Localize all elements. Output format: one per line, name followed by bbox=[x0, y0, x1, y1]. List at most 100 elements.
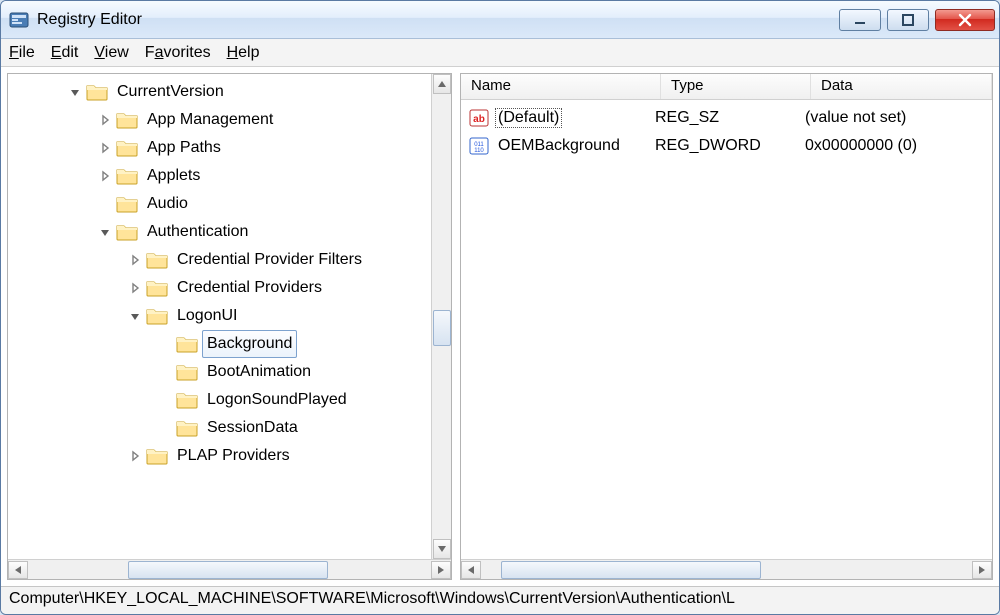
titlebar[interactable]: Registry Editor bbox=[1, 1, 999, 39]
tree-item[interactable]: Credential Provider Filters bbox=[8, 246, 451, 274]
tree-item-label: CurrentVersion bbox=[112, 78, 229, 106]
tree-item[interactable]: Audio bbox=[8, 190, 451, 218]
list-horizontal-scrollbar[interactable] bbox=[461, 559, 992, 579]
tree-item[interactable]: App Management bbox=[8, 106, 451, 134]
values-list[interactable]: ab (Default) REG_SZ(value not set) 011110 OE… bbox=[461, 100, 992, 164]
tree-item-label: LogonUI bbox=[172, 302, 243, 330]
tree-item-label: Background bbox=[202, 330, 297, 358]
scroll-up-icon[interactable] bbox=[433, 74, 451, 94]
tree-expander-placeholder bbox=[158, 337, 172, 351]
app-icon bbox=[9, 10, 29, 30]
tree-item[interactable]: LogonUI bbox=[8, 302, 451, 330]
window-frame: Registry Editor File Edit View Favorites… bbox=[0, 0, 1000, 615]
folder-icon bbox=[116, 110, 138, 130]
folder-icon bbox=[176, 390, 198, 410]
list-row[interactable]: 011110 OEMBackground REG_DWORD0x00000000 (… bbox=[461, 132, 992, 160]
tree-item[interactable]: SessionData bbox=[8, 414, 451, 442]
tree-expander-placeholder bbox=[158, 393, 172, 407]
values-pane: Name Type Data ab (Default) REG_SZ(value n… bbox=[460, 73, 993, 580]
folder-icon bbox=[116, 138, 138, 158]
tree-expander-placeholder bbox=[98, 197, 112, 211]
folder-icon bbox=[146, 446, 168, 466]
menu-view[interactable]: View bbox=[94, 44, 128, 62]
scroll-thumb[interactable] bbox=[128, 561, 328, 579]
tree-item-label: Credential Providers bbox=[172, 274, 327, 302]
tree-item[interactable]: CurrentVersion bbox=[8, 78, 451, 106]
tree-expander-icon[interactable] bbox=[98, 225, 112, 239]
tree-item[interactable]: App Paths bbox=[8, 134, 451, 162]
list-header[interactable]: Name Type Data bbox=[461, 74, 992, 100]
scroll-left-icon[interactable] bbox=[461, 561, 481, 579]
close-button[interactable] bbox=[935, 9, 995, 31]
list-body: ab (Default) REG_SZ(value not set) 011110 OE… bbox=[461, 100, 992, 559]
tree-item[interactable]: Credential Providers bbox=[8, 274, 451, 302]
folder-icon bbox=[146, 250, 168, 270]
tree-item[interactable]: BootAnimation bbox=[8, 358, 451, 386]
folder-icon bbox=[116, 166, 138, 186]
tree-expander-icon[interactable] bbox=[98, 169, 112, 183]
status-path: Computer\HKEY_LOCAL_MACHINE\SOFTWARE\Mic… bbox=[9, 590, 735, 607]
tree-item[interactable]: Background bbox=[8, 330, 451, 358]
menu-help[interactable]: Help bbox=[227, 44, 260, 62]
column-name[interactable]: Name bbox=[461, 74, 661, 99]
tree-expander-icon[interactable] bbox=[68, 85, 82, 99]
minimize-button[interactable] bbox=[839, 9, 881, 31]
tree-item-label: LogonSoundPlayed bbox=[202, 386, 352, 414]
window-title: Registry Editor bbox=[37, 11, 831, 29]
scroll-thumb[interactable] bbox=[433, 310, 451, 346]
column-type[interactable]: Type bbox=[661, 74, 811, 99]
tree-item-label: Credential Provider Filters bbox=[172, 246, 367, 274]
scroll-thumb[interactable] bbox=[501, 561, 761, 579]
folder-icon bbox=[176, 334, 198, 354]
registry-tree[interactable]: CurrentVersionApp ManagementApp PathsApp… bbox=[8, 74, 451, 474]
tree-item-label: Audio bbox=[142, 190, 193, 218]
tree-item[interactable]: Applets bbox=[8, 162, 451, 190]
binary-value-icon: 011110 bbox=[469, 136, 489, 156]
scroll-left-icon[interactable] bbox=[8, 561, 28, 579]
scroll-down-icon[interactable] bbox=[433, 539, 451, 559]
tree-item-label: App Paths bbox=[142, 134, 226, 162]
menu-edit[interactable]: Edit bbox=[51, 44, 79, 62]
folder-icon bbox=[176, 418, 198, 438]
scroll-right-icon[interactable] bbox=[972, 561, 992, 579]
tree-item[interactable]: LogonSoundPlayed bbox=[8, 386, 451, 414]
tree-item[interactable]: Authentication bbox=[8, 218, 451, 246]
tree-item-label: BootAnimation bbox=[202, 358, 316, 386]
tree-expander-icon[interactable] bbox=[128, 449, 142, 463]
menubar: File Edit View Favorites Help bbox=[1, 39, 999, 67]
tree-expander-icon[interactable] bbox=[98, 141, 112, 155]
tree-expander-icon[interactable] bbox=[98, 113, 112, 127]
value-data: 0x00000000 (0) bbox=[805, 137, 992, 155]
menu-file[interactable]: File bbox=[9, 44, 35, 62]
folder-icon bbox=[116, 222, 138, 242]
tree-item[interactable]: PLAP Providers bbox=[8, 442, 451, 470]
folder-icon bbox=[146, 278, 168, 298]
column-data[interactable]: Data bbox=[811, 74, 992, 99]
tree-item-label: PLAP Providers bbox=[172, 442, 295, 470]
tree-expander-icon[interactable] bbox=[128, 253, 142, 267]
scroll-right-icon[interactable] bbox=[431, 561, 451, 579]
svg-text:ab: ab bbox=[473, 114, 485, 125]
value-name: OEMBackground bbox=[495, 136, 623, 156]
tree-pane: CurrentVersionApp ManagementApp PathsApp… bbox=[7, 73, 452, 580]
value-type: REG_DWORD bbox=[655, 137, 805, 155]
value-data: (value not set) bbox=[805, 109, 992, 127]
value-type: REG_SZ bbox=[655, 109, 805, 127]
tree-item-label: App Management bbox=[142, 106, 278, 134]
list-row[interactable]: ab (Default) REG_SZ(value not set) bbox=[461, 104, 992, 132]
string-value-icon: ab bbox=[469, 108, 489, 128]
folder-icon bbox=[116, 194, 138, 214]
tree-body: CurrentVersionApp ManagementApp PathsApp… bbox=[8, 74, 451, 559]
folder-icon bbox=[176, 362, 198, 382]
value-name: (Default) bbox=[495, 108, 562, 128]
menu-favorites[interactable]: Favorites bbox=[145, 44, 211, 62]
tree-item-label: Authentication bbox=[142, 218, 253, 246]
tree-horizontal-scrollbar[interactable] bbox=[8, 559, 451, 579]
maximize-button[interactable] bbox=[887, 9, 929, 31]
tree-expander-placeholder bbox=[158, 421, 172, 435]
tree-item-label: Applets bbox=[142, 162, 205, 190]
tree-item-label: SessionData bbox=[202, 414, 303, 442]
tree-vertical-scrollbar[interactable] bbox=[431, 74, 451, 559]
tree-expander-icon[interactable] bbox=[128, 309, 142, 323]
tree-expander-icon[interactable] bbox=[128, 281, 142, 295]
